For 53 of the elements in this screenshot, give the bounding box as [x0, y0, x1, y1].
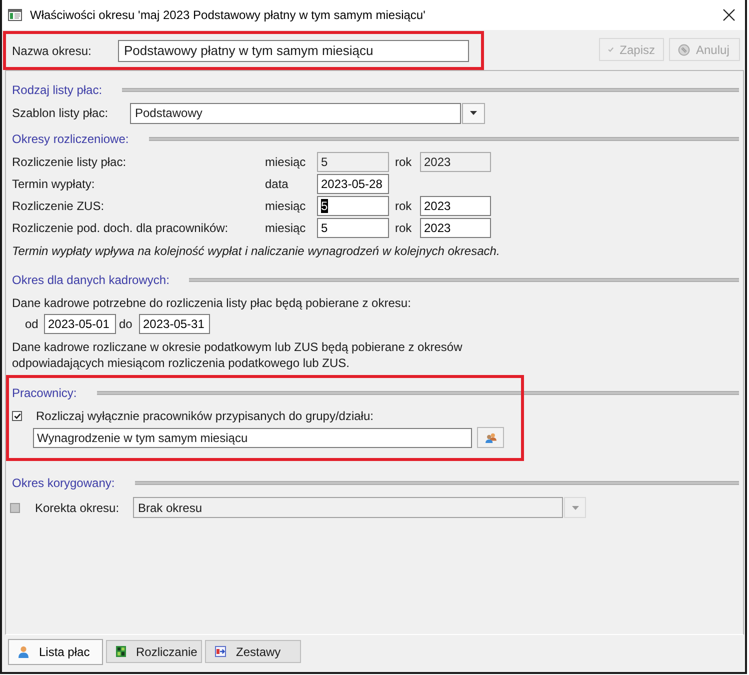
note-text: Termin wypłaty wpływa na kolejność wypłat i naliczanie wynagrodzeń w kolejnych okresach.: [12, 244, 500, 259]
field-label: miesiąc: [265, 220, 307, 237]
window-title: Właściwości okresu 'maj 2023 Podstawowy płatny w tym samym miesiącu': [30, 7, 426, 24]
input-field[interactable]: 2023: [420, 196, 491, 216]
field-label: Szablon listy płac:: [12, 105, 110, 122]
row-label: Termin wypłaty:: [12, 176, 96, 193]
field-label: miesiąc: [265, 198, 307, 215]
section-title: Rodzaj listy płac:: [12, 82, 102, 98]
cancel-icon: [678, 44, 690, 56]
row-label: Rozliczenie pod. doch. dla pracowników:: [12, 220, 230, 237]
section-title: Okres dla danych kadrowych:: [12, 272, 170, 288]
template-select[interactable]: Podstawowy: [130, 102, 461, 124]
field-label: rok: [395, 154, 413, 171]
group-picker-button[interactable]: [477, 427, 504, 448]
input-field[interactable]: 5: [317, 196, 389, 216]
checkbox-label: Rozliczaj wyłącznie pracowników przypisanych do grupy/działu:: [36, 408, 374, 424]
field-label: Korekta okresu:: [35, 500, 120, 516]
caret-icon: [572, 506, 578, 510]
close-icon[interactable]: [723, 9, 735, 21]
grid-icon: [116, 646, 126, 657]
people-icon: [484, 432, 496, 442]
tab[interactable]: Lista płac: [8, 639, 103, 665]
tab[interactable]: Rozliczanie: [106, 640, 202, 663]
intro-text: Dane kadrowe potrzebne do rozliczenia listy płac będą pobierane z okresu:: [12, 296, 411, 311]
dropdown-button[interactable]: [462, 102, 485, 124]
row-label: Rozliczenie ZUS:: [12, 198, 106, 215]
group-field[interactable]: Wynagrodzenie w tym samym miesiącu: [33, 428, 472, 448]
info-paragraph: Dane kadrowe rozliczane w okresie podatkowym lub ZUS będą pobierane z okresów odpowiadających miesiącom rozliczenia podatkowego lub ZUS.: [12, 339, 464, 371]
field-label: do: [119, 316, 134, 333]
arrow-square-icon: [215, 646, 226, 657]
person-icon: [18, 646, 29, 658]
field-label: rok: [395, 220, 413, 237]
input-field[interactable]: 2023: [420, 218, 491, 238]
section-title: Okresy rozliczeniowe:: [12, 130, 129, 148]
input-field[interactable]: 2023-05-31: [139, 314, 210, 334]
section-title: Pracownicy:: [12, 384, 77, 402]
caret-icon: [470, 111, 477, 115]
field-label: rok: [395, 198, 413, 215]
input-field[interactable]: 2023-05-28: [317, 174, 389, 194]
name-field[interactable]: Podstawowy płatny w tym samym miesiącu: [118, 40, 469, 62]
section-title: Okres korygowany:: [12, 474, 115, 492]
window-icon: [8, 9, 22, 21]
field-label: data: [265, 176, 290, 193]
checkmark-icon: [608, 45, 614, 54]
input-field[interactable]: 5: [317, 218, 389, 238]
tab[interactable]: Zestawy: [205, 640, 301, 663]
input-field[interactable]: 2023-05-01: [44, 314, 116, 334]
field-label: miesiąc: [265, 154, 307, 171]
row-label: Rozliczenie listy płac:: [12, 154, 128, 171]
field-label: Nazwa okresu:: [12, 42, 92, 60]
checkbox[interactable]: [12, 410, 22, 420]
field-label: od: [25, 316, 40, 333]
checkmark-icon: [14, 412, 20, 418]
